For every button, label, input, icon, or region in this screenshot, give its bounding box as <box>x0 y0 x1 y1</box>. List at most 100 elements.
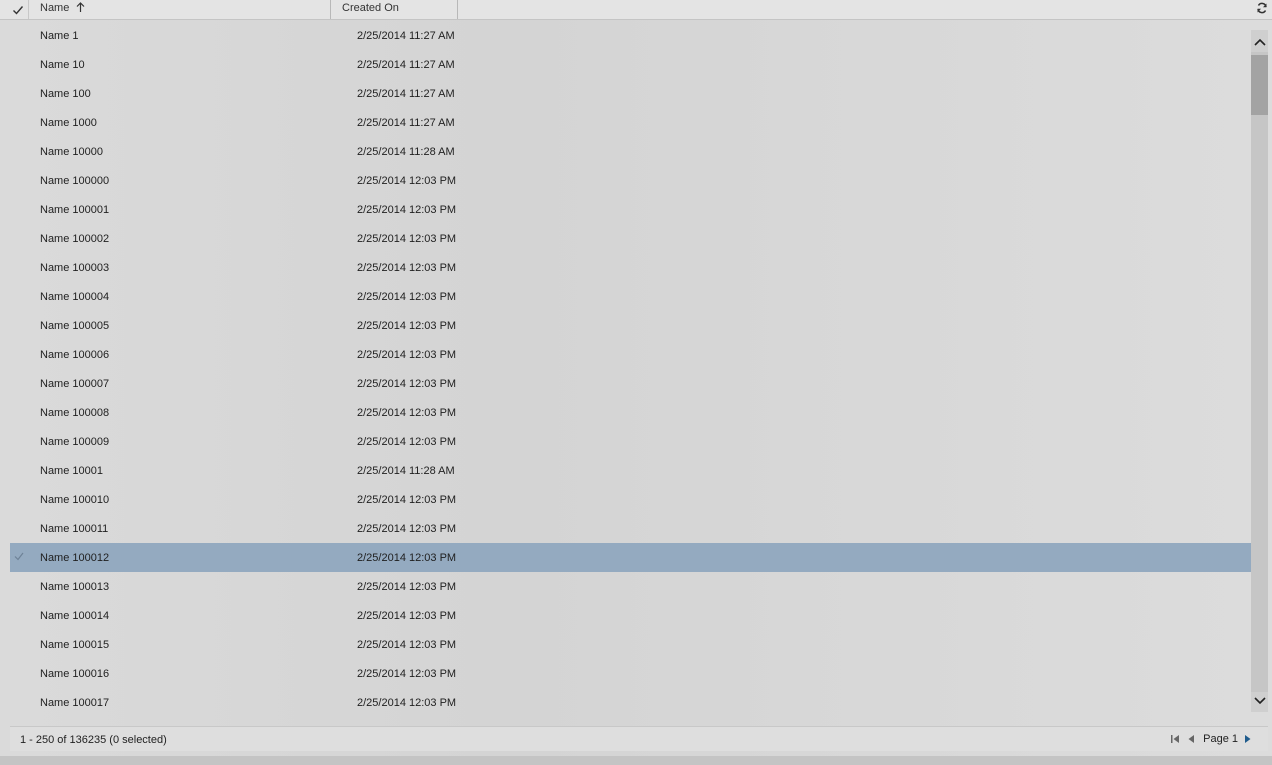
cell-created-on: 2/25/2014 11:28 AM <box>357 465 455 477</box>
table-row[interactable]: Name 1 2/25/2014 11:27 AM <box>10 21 1251 50</box>
cell-name: Name 100015 <box>40 639 110 651</box>
cell-created-on: 2/25/2014 11:27 AM <box>357 59 455 71</box>
table-row[interactable]: Name 100015 2/25/2014 12:03 PM <box>10 630 1251 659</box>
grid-rows: Name 1 2/25/2014 11:27 AM Name 10 2/25/2014… <box>10 21 1251 724</box>
cell-created-on: 2/25/2014 12:03 PM <box>357 175 457 187</box>
cell-created-on: 2/25/2014 11:27 AM <box>357 30 455 42</box>
table-row[interactable]: Name 100001 2/25/2014 12:03 PM <box>10 195 1251 224</box>
cell-created-on: 2/25/2014 12:03 PM <box>357 552 457 564</box>
cell-created-on: 2/25/2014 12:03 PM <box>357 262 457 274</box>
table-row[interactable]: Name 100008 2/25/2014 12:03 PM <box>10 398 1251 427</box>
cell-created-on: 2/25/2014 12:03 PM <box>357 581 457 593</box>
cell-created-on: 2/25/2014 12:03 PM <box>357 436 457 448</box>
cell-created-on: 2/25/2014 12:03 PM <box>357 320 457 332</box>
next-page-icon <box>1245 735 1251 743</box>
cell-created-on: 2/25/2014 11:28 AM <box>357 146 455 158</box>
table-row[interactable]: Name 100011 2/25/2014 12:03 PM <box>10 514 1251 543</box>
checkmark-icon <box>13 5 24 15</box>
select-all-checkbox[interactable] <box>8 0 29 19</box>
table-row[interactable]: Name 100014 2/25/2014 12:03 PM <box>10 601 1251 630</box>
table-row[interactable]: Name 100003 2/25/2014 12:03 PM <box>10 253 1251 282</box>
cell-name: Name 100004 <box>40 291 110 303</box>
cell-name: Name 100005 <box>40 320 110 332</box>
column-header-name-label: Name <box>40 2 70 14</box>
table-row[interactable]: Name 100013 2/25/2014 12:03 PM <box>10 572 1251 601</box>
table-row[interactable]: Name 100 2/25/2014 11:27 AM <box>10 79 1251 108</box>
scrollbar-thumb[interactable] <box>1251 55 1268 115</box>
table-row[interactable]: Name 100010 2/25/2014 12:03 PM <box>10 485 1251 514</box>
cell-created-on: 2/25/2014 12:03 PM <box>357 697 457 709</box>
cell-name: Name 10 <box>40 59 85 71</box>
cell-name: Name 100016 <box>40 668 110 680</box>
cell-created-on: 2/25/2014 12:03 PM <box>357 639 457 651</box>
data-grid: Name Created On Name 1 2/25/2014 11:27 AM… <box>0 0 1272 765</box>
table-row[interactable]: Name 100000 2/25/2014 12:03 PM <box>10 166 1251 195</box>
row-checkmark-icon[interactable] <box>14 551 24 561</box>
cell-created-on: 2/25/2014 12:03 PM <box>357 610 457 622</box>
table-row[interactable]: Name 10 2/25/2014 11:27 AM <box>10 50 1251 79</box>
scrollbar-track[interactable] <box>1251 52 1268 692</box>
cell-created-on: 2/25/2014 11:27 AM <box>357 117 455 129</box>
cell-created-on: 2/25/2014 12:03 PM <box>357 204 457 216</box>
cell-name: Name 10001 <box>40 465 103 477</box>
scroll-up-button[interactable] <box>1252 35 1267 49</box>
bottom-border <box>0 756 1272 765</box>
cell-name: Name 1 <box>40 30 79 42</box>
cell-name: Name 100002 <box>40 233 110 245</box>
prev-page-button[interactable] <box>1185 733 1197 745</box>
next-page-button[interactable] <box>1242 733 1254 745</box>
grid-header: Name Created On <box>0 0 1272 20</box>
cell-created-on: 2/25/2014 12:03 PM <box>357 233 457 245</box>
cell-name: Name 10000 <box>40 146 103 158</box>
pager: Page 1 <box>1169 732 1258 746</box>
cell-name: Name 100001 <box>40 204 110 216</box>
refresh-icon[interactable] <box>1256 2 1268 14</box>
chevron-down-icon <box>1253 697 1266 705</box>
table-row[interactable]: Name 1000 2/25/2014 11:27 AM <box>10 108 1251 137</box>
cell-name: Name 100014 <box>40 610 110 622</box>
cell-name: Name 100003 <box>40 262 110 274</box>
table-row[interactable]: Name 100017 2/25/2014 12:03 PM <box>10 688 1251 717</box>
column-header-created-on-label: Created On <box>342 2 399 14</box>
cell-name: Name 100007 <box>40 378 110 390</box>
chevron-up-icon <box>1253 38 1266 46</box>
cell-created-on: 2/25/2014 12:03 PM <box>357 668 457 680</box>
table-row[interactable]: Name 100002 2/25/2014 12:03 PM <box>10 224 1251 253</box>
grid-footer: 1 - 250 of 136235 (0 selected) Page 1 <box>10 726 1268 751</box>
scroll-down-button[interactable] <box>1252 694 1267 708</box>
table-row[interactable]: Name 100012 2/25/2014 12:03 PM <box>10 543 1251 572</box>
cell-name: Name 100008 <box>40 407 110 419</box>
cell-name: Name 100011 <box>40 523 109 535</box>
cell-name: Name 100000 <box>40 175 110 187</box>
cell-created-on: 2/25/2014 11:27 AM <box>357 88 455 100</box>
first-page-button[interactable] <box>1169 733 1181 745</box>
cell-name: Name 100 <box>40 88 91 100</box>
cell-created-on: 2/25/2014 12:03 PM <box>357 349 457 361</box>
table-row[interactable]: Name 10001 2/25/2014 11:28 AM <box>10 456 1251 485</box>
prev-page-icon <box>1188 735 1195 743</box>
table-row[interactable]: Name 100009 2/25/2014 12:03 PM <box>10 427 1251 456</box>
sort-ascending-icon <box>76 2 85 12</box>
table-row[interactable]: Name 10000 2/25/2014 11:28 AM <box>10 137 1251 166</box>
cell-name: Name 100006 <box>40 349 110 361</box>
column-header-name[interactable]: Name <box>40 0 331 19</box>
cell-created-on: 2/25/2014 12:03 PM <box>357 523 457 535</box>
page-indicator: Page 1 <box>1203 733 1238 745</box>
table-row[interactable]: Name 100004 2/25/2014 12:03 PM <box>10 282 1251 311</box>
cell-name: Name 1000 <box>40 117 97 129</box>
column-header-created-on[interactable]: Created On <box>342 0 458 19</box>
table-row[interactable]: Name 100016 2/25/2014 12:03 PM <box>10 659 1251 688</box>
table-row[interactable]: Name 100007 2/25/2014 12:03 PM <box>10 369 1251 398</box>
cell-created-on: 2/25/2014 12:03 PM <box>357 378 457 390</box>
cell-name: Name 100009 <box>40 436 110 448</box>
table-row[interactable]: Name 100006 2/25/2014 12:03 PM <box>10 340 1251 369</box>
cell-name: Name 100017 <box>40 697 110 709</box>
cell-name: Name 100012 <box>40 552 110 564</box>
table-row[interactable]: Name 100005 2/25/2014 12:03 PM <box>10 311 1251 340</box>
first-page-icon <box>1171 735 1180 743</box>
cell-created-on: 2/25/2014 12:03 PM <box>357 494 457 506</box>
cell-name: Name 100013 <box>40 581 110 593</box>
cell-created-on: 2/25/2014 12:03 PM <box>357 291 457 303</box>
cell-created-on: 2/25/2014 12:03 PM <box>357 407 457 419</box>
record-summary: 1 - 250 of 136235 (0 selected) <box>20 734 167 746</box>
